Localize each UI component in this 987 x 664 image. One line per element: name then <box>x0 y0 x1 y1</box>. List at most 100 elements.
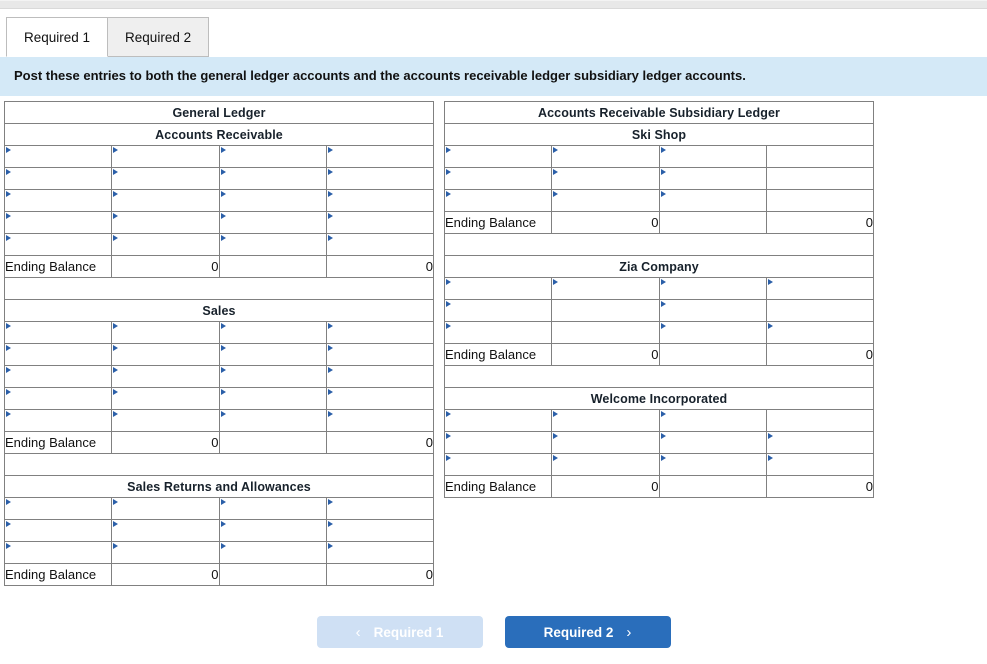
entry-dropdown-sales-returns-and-allowances-r1-c1[interactable] <box>3 497 113 520</box>
entry-dropdown-accounts-receivable-r2-c1[interactable] <box>3 167 113 190</box>
entry-dropdown-ski-shop-r1-c3[interactable] <box>658 145 767 168</box>
entry-dropdown-sales-r5-c4[interactable] <box>325 409 435 432</box>
general-ledger-title: General Ledger <box>4 101 434 124</box>
entry-dropdown-accounts-receivable-r4-c4[interactable] <box>325 211 435 234</box>
entry-blank-ski-shop-r1-c4 <box>765 145 875 168</box>
entry-dropdown-sales-r4-c1[interactable] <box>3 387 113 410</box>
entry-blank-zia-company-r2-c2 <box>551 299 660 322</box>
tab-required-1-label: Required 1 <box>24 29 91 45</box>
entry-dropdown-sales-returns-and-allowances-r2-c4[interactable] <box>325 519 435 542</box>
entry-dropdown-welcome-incorporated-r2-c1[interactable] <box>443 431 553 454</box>
next-required-label: Required 2 <box>543 624 614 640</box>
entry-dropdown-zia-company-r1-c4[interactable] <box>765 277 875 300</box>
entry-dropdown-sales-r2-c3[interactable] <box>218 343 327 366</box>
entry-dropdown-accounts-receivable-r2-c2[interactable] <box>111 167 220 190</box>
entry-dropdown-sales-r5-c1[interactable] <box>3 409 113 432</box>
entry-dropdown-sales-returns-and-allowances-r2-c3[interactable] <box>218 519 327 542</box>
entry-dropdown-accounts-receivable-r1-c2[interactable] <box>111 145 220 168</box>
entry-dropdown-welcome-incorporated-r1-c2[interactable] <box>551 409 660 432</box>
entry-dropdown-welcome-incorporated-r3-c4[interactable] <box>765 453 875 476</box>
entry-dropdown-zia-company-r3-c3[interactable] <box>658 321 767 344</box>
entry-dropdown-sales-returns-and-allowances-r3-c4[interactable] <box>325 541 435 564</box>
tab-required-1[interactable]: Required 1 <box>6 17 109 57</box>
entry-dropdown-zia-company-r1-c1[interactable] <box>443 277 553 300</box>
entry-dropdown-sales-returns-and-allowances-r1-c2[interactable] <box>111 497 220 520</box>
entry-dropdown-sales-returns-and-allowances-r3-c2[interactable] <box>111 541 220 564</box>
horizontal-scrollbar[interactable] <box>0 0 987 9</box>
entry-dropdown-zia-company-r1-c2[interactable] <box>551 277 660 300</box>
entry-dropdown-accounts-receivable-r5-c2[interactable] <box>111 233 220 256</box>
entry-dropdown-sales-returns-and-allowances-r3-c3[interactable] <box>218 541 327 564</box>
entry-dropdown-sales-r4-c4[interactable] <box>325 387 435 410</box>
entry-dropdown-sales-r3-c3[interactable] <box>218 365 327 388</box>
entry-dropdown-ski-shop-r1-c1[interactable] <box>443 145 553 168</box>
entry-dropdown-accounts-receivable-r3-c2[interactable] <box>111 189 220 212</box>
entry-dropdown-welcome-incorporated-r2-c4[interactable] <box>765 431 875 454</box>
entry-dropdown-accounts-receivable-r2-c3[interactable] <box>218 167 327 190</box>
entry-dropdown-sales-r2-c4[interactable] <box>325 343 435 366</box>
previous-required-button[interactable]: ‹ Required 1 <box>316 616 483 648</box>
tab-strip: Required 1 Required 2 <box>0 9 987 57</box>
entry-dropdown-accounts-receivable-r5-c1[interactable] <box>3 233 113 256</box>
next-required-button[interactable]: Required 2 › <box>504 616 671 648</box>
entry-dropdown-sales-r4-c3[interactable] <box>218 387 327 410</box>
entry-dropdown-accounts-receivable-r2-c4[interactable] <box>325 167 435 190</box>
entry-dropdown-sales-returns-and-allowances-r3-c1[interactable] <box>3 541 113 564</box>
entry-dropdown-zia-company-r2-c1[interactable] <box>443 299 553 322</box>
scrollbar-thumb[interactable] <box>0 1 987 8</box>
ledger-entry-row <box>443 321 875 344</box>
ledger-entry-row <box>3 387 435 410</box>
entry-dropdown-welcome-incorporated-r2-c3[interactable] <box>658 431 767 454</box>
entry-dropdown-ski-shop-r2-c3[interactable] <box>658 167 767 190</box>
ledger-entry-row <box>443 431 875 454</box>
entry-dropdown-welcome-incorporated-r1-c1[interactable] <box>443 409 553 432</box>
entry-dropdown-sales-returns-and-allowances-r1-c3[interactable] <box>218 497 327 520</box>
entry-dropdown-sales-returns-and-allowances-r1-c4[interactable] <box>325 497 435 520</box>
entry-dropdown-zia-company-r2-c3[interactable] <box>658 299 767 322</box>
entry-dropdown-zia-company-r3-c4[interactable] <box>765 321 875 344</box>
ledger-entry-row <box>3 233 435 256</box>
entry-dropdown-sales-r3-c2[interactable] <box>111 365 220 388</box>
entry-dropdown-accounts-receivable-r4-c1[interactable] <box>3 211 113 234</box>
entry-dropdown-sales-returns-and-allowances-r2-c2[interactable] <box>111 519 220 542</box>
ledger-entry-row <box>3 519 435 542</box>
entry-dropdown-zia-company-r1-c3[interactable] <box>658 277 767 300</box>
entry-dropdown-sales-r3-c4[interactable] <box>325 365 435 388</box>
entry-dropdown-welcome-incorporated-r2-c2[interactable] <box>551 431 660 454</box>
instruction-banner: Post these entries to both the general l… <box>0 57 987 96</box>
entry-dropdown-ski-shop-r2-c2[interactable] <box>551 167 660 190</box>
entry-dropdown-sales-returns-and-allowances-r2-c1[interactable] <box>3 519 113 542</box>
entry-dropdown-welcome-incorporated-r3-c1[interactable] <box>443 453 553 476</box>
entry-dropdown-ski-shop-r3-c2[interactable] <box>551 189 660 212</box>
entry-dropdown-accounts-receivable-r1-c3[interactable] <box>218 145 327 168</box>
entry-dropdown-accounts-receivable-r4-c2[interactable] <box>111 211 220 234</box>
ledger-area: General Ledger Accounts Receivable Ending … <box>0 96 987 606</box>
entry-dropdown-accounts-receivable-r5-c3[interactable] <box>218 233 327 256</box>
entry-dropdown-welcome-incorporated-r1-c3[interactable] <box>658 409 767 432</box>
entry-dropdown-sales-r1-c1[interactable] <box>3 321 113 344</box>
entry-dropdown-sales-r5-c2[interactable] <box>111 409 220 432</box>
entry-dropdown-accounts-receivable-r1-c1[interactable] <box>3 145 113 168</box>
entry-dropdown-ski-shop-r1-c2[interactable] <box>551 145 660 168</box>
entry-dropdown-accounts-receivable-r4-c3[interactable] <box>218 211 327 234</box>
entry-dropdown-accounts-receivable-r1-c4[interactable] <box>325 145 435 168</box>
entry-dropdown-sales-r1-c3[interactable] <box>218 321 327 344</box>
entry-dropdown-accounts-receivable-r3-c4[interactable] <box>325 189 435 212</box>
entry-dropdown-sales-r4-c2[interactable] <box>111 387 220 410</box>
entry-dropdown-ski-shop-r2-c1[interactable] <box>443 167 553 190</box>
entry-dropdown-sales-r1-c4[interactable] <box>325 321 435 344</box>
entry-dropdown-accounts-receivable-r3-c3[interactable] <box>218 189 327 212</box>
entry-dropdown-welcome-incorporated-r3-c2[interactable] <box>551 453 660 476</box>
entry-dropdown-ski-shop-r3-c3[interactable] <box>658 189 767 212</box>
entry-dropdown-sales-r3-c1[interactable] <box>3 365 113 388</box>
tab-required-2[interactable]: Required 2 <box>107 17 210 57</box>
entry-dropdown-sales-r2-c2[interactable] <box>111 343 220 366</box>
entry-dropdown-ski-shop-r3-c1[interactable] <box>443 189 553 212</box>
entry-dropdown-sales-r2-c1[interactable] <box>3 343 113 366</box>
entry-dropdown-zia-company-r3-c1[interactable] <box>443 321 553 344</box>
entry-dropdown-welcome-incorporated-r3-c3[interactable] <box>658 453 767 476</box>
entry-dropdown-sales-r1-c2[interactable] <box>111 321 220 344</box>
entry-dropdown-sales-r5-c3[interactable] <box>218 409 327 432</box>
entry-dropdown-accounts-receivable-r5-c4[interactable] <box>325 233 435 256</box>
entry-dropdown-accounts-receivable-r3-c1[interactable] <box>3 189 113 212</box>
